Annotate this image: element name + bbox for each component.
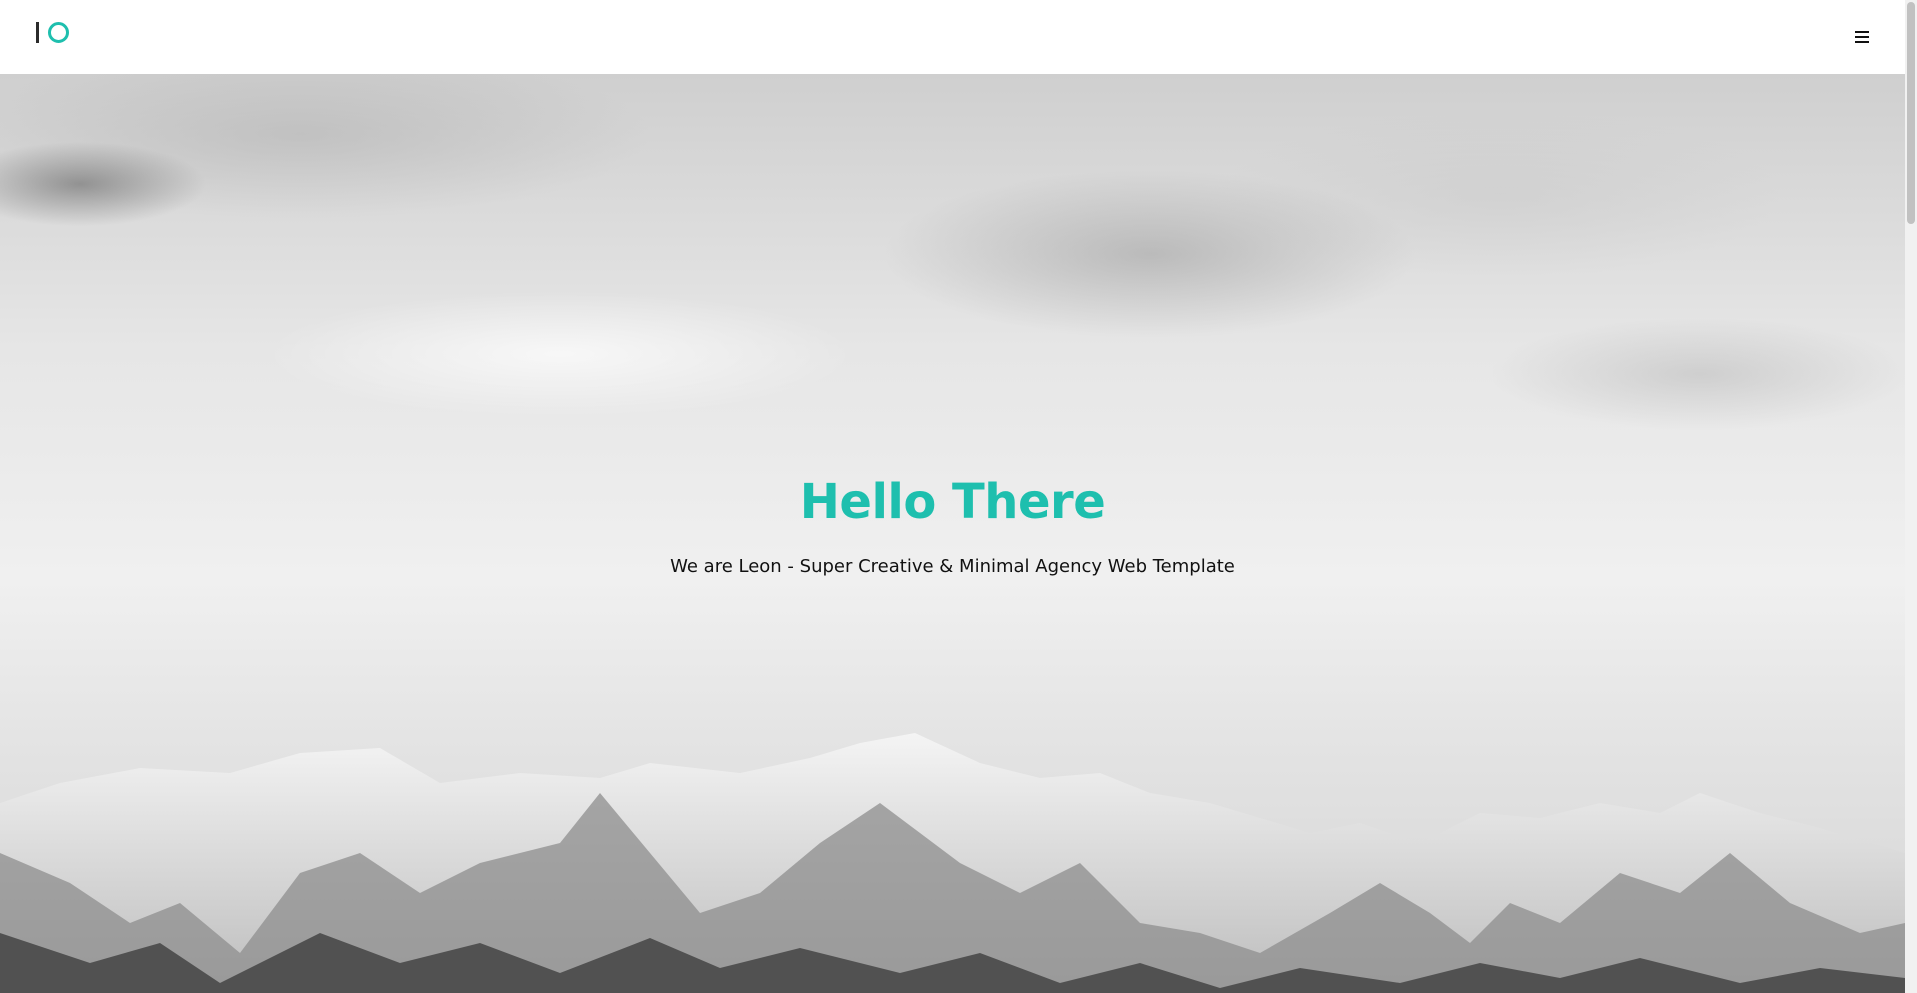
- site-logo[interactable]: [36, 19, 69, 45]
- logo-ring-icon: [48, 21, 69, 43]
- logo-bar-icon: [36, 21, 39, 43]
- hero-section: Hello There We are Leon - Super Creative…: [0, 74, 1905, 993]
- hero-title: Hello There: [799, 474, 1106, 530]
- scrollbar-thumb[interactable]: [1907, 2, 1915, 224]
- hamburger-menu-icon: [1855, 31, 1869, 33]
- page-scrollbar[interactable]: [1905, 0, 1917, 993]
- menu-button[interactable]: [1852, 26, 1874, 48]
- page: Hello There We are Leon - Super Creative…: [0, 0, 1917, 993]
- hamburger-menu-icon-line-3: [1855, 41, 1869, 43]
- mountains-background-image: [0, 733, 1905, 993]
- site-header: [0, 0, 1905, 74]
- hero-subtitle: We are Leon - Super Creative & Minimal A…: [670, 556, 1235, 577]
- hamburger-menu-icon-line-2: [1855, 36, 1869, 38]
